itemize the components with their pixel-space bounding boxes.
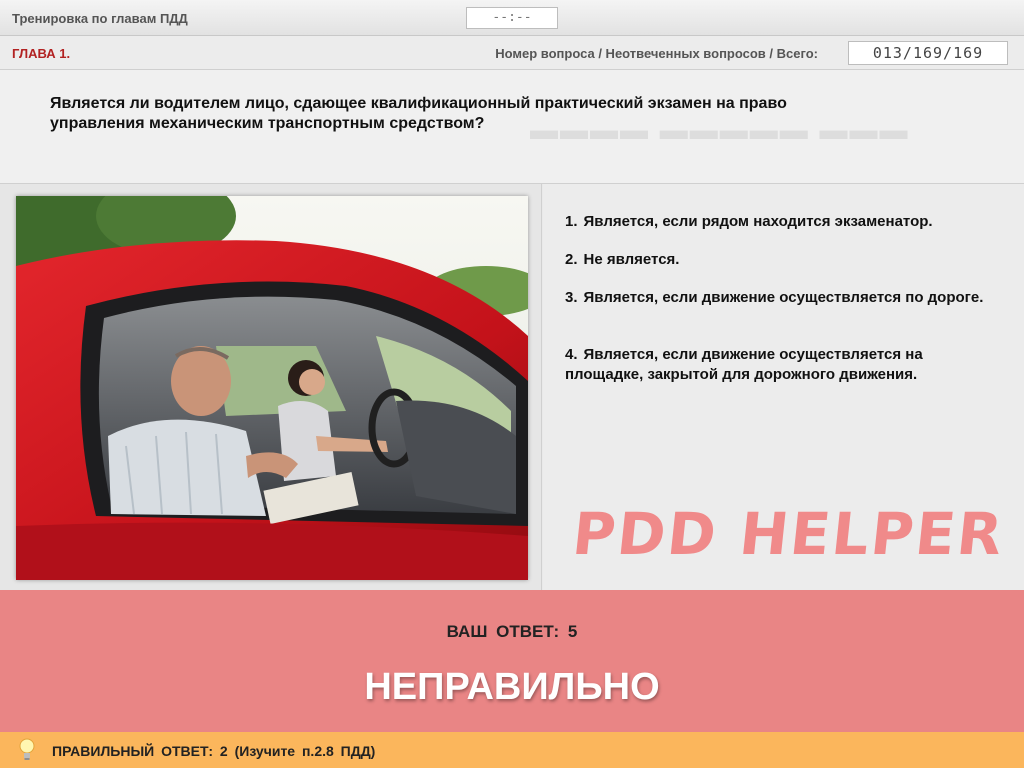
question-text: Является ли водителем лицо, сдающее квал…	[50, 95, 787, 132]
chapter-label: ГЛАВА 1.	[12, 46, 71, 61]
question-counter-label: Номер вопроса / Неотвеченных вопросов / …	[495, 46, 818, 61]
result-panel: ВАШ ОТВЕТ: 5 НЕПРАВИЛЬНО	[0, 590, 1024, 732]
answer-text: Является, если движение осуществляется п…	[583, 289, 984, 306]
lightbulb-icon	[19, 738, 35, 760]
answers-panel: 1. Является, если рядом находится экзамен…	[543, 184, 1024, 590]
hint-bar: ПРАВИЛЬНЫЙ ОТВЕТ: 2 (Изучите п.2.8 ПДД)	[0, 732, 1024, 768]
chapter-bar: ГЛАВА 1. Номер вопроса / Неотвеченных во…	[0, 36, 1024, 70]
answer-number: 2.	[565, 251, 578, 268]
answer-number: 4.	[565, 346, 578, 363]
answer-number: 1.	[565, 213, 578, 230]
answer-number: 3.	[565, 289, 578, 306]
timer-display: --:--	[466, 7, 558, 29]
car-photo-illustration	[16, 196, 528, 580]
answer-option-1[interactable]: 1. Является, если рядом находится экзамен…	[565, 212, 1005, 232]
answer-option-3[interactable]: 3. Является, если движение осуществляется…	[565, 288, 1005, 308]
app-title: Тренировка по главам ПДД	[12, 11, 188, 26]
pdd-helper-watermark: PDD HELPER	[569, 500, 1008, 568]
answer-option-2[interactable]: 2. Не является.	[565, 250, 1005, 270]
image-panel	[0, 184, 542, 590]
answer-text: Является, если рядом находится экзаменат…	[583, 213, 933, 230]
question-area: ▬▬▬▬ ▬▬▬▬▬ ▬▬▬ Является ли водителем лиц…	[0, 70, 1024, 184]
answer-option-4[interactable]: 4. Является, если движение осуществляется…	[565, 345, 1005, 385]
your-answer-label: ВАШ ОТВЕТ: 5	[446, 622, 578, 641]
title-bar: Тренировка по главам ПДД --:--	[0, 0, 1024, 36]
answer-text: Является, если движение осуществляется н…	[565, 346, 923, 383]
question-counter: 013/169/169	[848, 41, 1008, 65]
correct-answer-hint: ПРАВИЛЬНЫЙ ОТВЕТ: 2 (Изучите п.2.8 ПДД)	[52, 743, 376, 759]
verdict-text: НЕПРАВИЛЬНО	[364, 666, 660, 708]
question-photo	[16, 196, 528, 580]
answer-text: Не является.	[583, 251, 680, 268]
